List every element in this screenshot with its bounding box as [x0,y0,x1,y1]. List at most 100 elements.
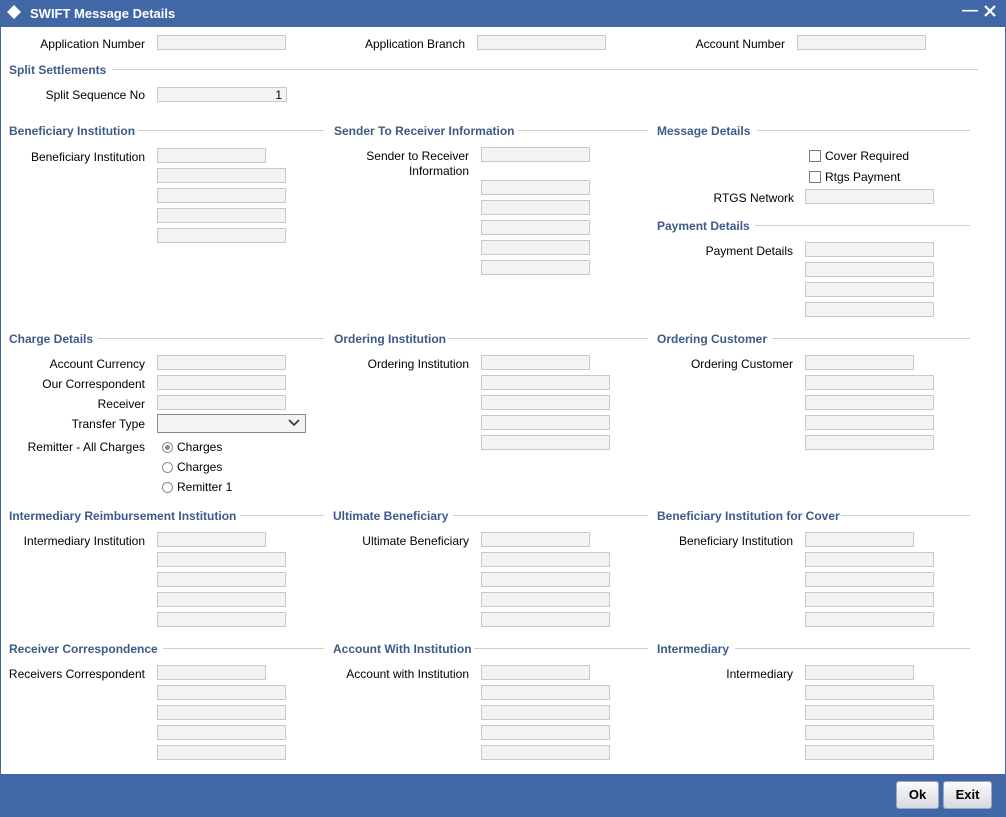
beneficiary-institution-field-3[interactable] [157,188,286,203]
sender-to-receiver-field-3[interactable] [481,200,590,215]
rtgs-network-field[interactable] [805,189,934,204]
beneficiary-institution-field-5[interactable] [157,228,286,243]
our-correspondent-field[interactable] [157,375,286,390]
divider [755,225,970,226]
ordering-institution-heading: Ordering Institution [334,332,446,346]
sender-to-receiver-heading: Sender To Receiver Information [334,124,515,138]
account-with-institution-field-3[interactable] [481,705,610,720]
account-with-institution-field-2[interactable] [481,685,610,700]
beneficiary-for-cover-field-3[interactable] [805,572,934,587]
remitter-radio-label: Remitter 1 [177,480,233,494]
remitter-radio[interactable] [162,482,173,493]
payment-details-field-2[interactable] [805,262,934,277]
ordering-institution-field-1[interactable] [481,355,590,370]
ordering-institution-field-4[interactable] [481,415,610,430]
intermediary-institution-field-5[interactable] [157,612,286,627]
intermediary-field-3[interactable] [805,705,934,720]
sender-to-receiver-field-5[interactable] [481,240,590,255]
ordering-customer-field-4[interactable] [805,415,934,430]
intermediary-institution-field-3[interactable] [157,572,286,587]
rtgs-network-label: RTGS Network [713,191,794,205]
intermediary-institution-field-1[interactable] [157,532,266,547]
account-with-institution-field-4[interactable] [481,725,610,740]
payment-details-field-1[interactable] [805,242,934,257]
account-with-institution-field-1[interactable] [481,665,590,680]
receivers-correspondent-field-2[interactable] [157,685,286,700]
ordering-customer-label: Ordering Customer [690,357,793,371]
rtgs-payment-label: Rtgs Payment [825,170,901,184]
receivers-correspondent-field-3[interactable] [157,705,286,720]
application-branch-field[interactable] [477,35,606,50]
footer-bar [0,774,1006,817]
application-number-field[interactable] [157,35,286,50]
account-number-field[interactable] [797,35,926,50]
close-icon[interactable] [984,5,996,17]
ordering-institution-field-5[interactable] [481,435,610,450]
receivers-correspondent-field-5[interactable] [157,745,286,760]
beneficiary-for-cover-field-1[interactable] [805,532,914,547]
intermediary-field-4[interactable] [805,725,934,740]
ultimate-beneficiary-heading: Ultimate Beneficiary [333,509,449,523]
beneficiary-institution-field-1[interactable] [157,148,266,163]
ordering-customer-field-1[interactable] [805,355,914,370]
sender-to-receiver-label-line1: Sender to Receiver [366,149,469,163]
sender-to-receiver-field-1[interactable] [481,147,590,162]
transfer-type-select[interactable] [157,414,306,433]
divider [735,648,970,649]
split-sequence-label: Split Sequence No [45,88,145,102]
ordering-institution-field-3[interactable] [481,395,610,410]
intermediary-institution-field-2[interactable] [157,552,286,567]
beneficiary-for-cover-field-2[interactable] [805,552,934,567]
intermediary-field-2[interactable] [805,685,934,700]
our-correspondent-label: Our Correspondent [42,377,145,391]
account-with-institution-heading: Account With Institution [333,642,472,656]
intermediary-institution-label: Intermediary Institution [23,534,145,548]
charges-radio-1[interactable] [162,442,173,453]
ultimate-beneficiary-field-4[interactable] [481,592,610,607]
minimize-icon[interactable]: — [962,2,978,20]
payment-details-field-3[interactable] [805,282,934,297]
split-sequence-field[interactable] [157,87,287,102]
receiver-field[interactable] [157,395,286,410]
chevron-down-icon [288,419,300,427]
receiver-correspondence-heading: Receiver Correspondence [9,642,158,656]
sender-to-receiver-field-6[interactable] [481,260,590,275]
receivers-correspondent-field-4[interactable] [157,725,286,740]
ultimate-beneficiary-field-5[interactable] [481,612,610,627]
message-details-heading: Message Details [657,124,751,138]
receivers-correspondent-field-1[interactable] [157,665,266,680]
ultimate-beneficiary-label: Ultimate Beneficiary [362,534,469,548]
beneficiary-for-cover-field-5[interactable] [805,612,934,627]
account-currency-field[interactable] [157,355,286,370]
charge-details-heading: Charge Details [9,332,94,346]
ordering-institution-field-2[interactable] [481,375,610,390]
sender-to-receiver-field-2[interactable] [481,180,590,195]
exit-button[interactable]: Exit [943,781,992,809]
ordering-customer-field-5[interactable] [805,435,934,450]
rtgs-payment-checkbox[interactable] [809,171,821,183]
intermediary-field-1[interactable] [805,665,914,680]
diamond-logo-icon [7,5,21,19]
sender-to-receiver-field-4[interactable] [481,220,590,235]
intermediary-institution-field-4[interactable] [157,592,286,607]
beneficiary-for-cover-field-4[interactable] [805,592,934,607]
ok-button[interactable]: Ok [896,781,939,809]
ordering-customer-field-2[interactable] [805,375,934,390]
beneficiary-institution-field-2[interactable] [157,168,286,183]
intermediary-field-5[interactable] [805,745,934,760]
payment-details-field-4[interactable] [805,302,934,317]
beneficiary-institution-heading: Beneficiary Institution [9,124,136,138]
cover-required-checkbox[interactable] [809,150,821,162]
ultimate-beneficiary-field-1[interactable] [481,532,590,547]
ultimate-beneficiary-field-2[interactable] [481,552,610,567]
account-with-institution-field-5[interactable] [481,745,610,760]
ultimate-beneficiary-field-3[interactable] [481,572,610,587]
charges-radio-2[interactable] [162,462,173,473]
split-settlements-heading: Split Settlements [9,63,107,77]
beneficiary-for-cover-label: Beneficiary Institution [678,534,793,548]
divider [163,648,324,649]
beneficiary-institution-field-4[interactable] [157,208,286,223]
ordering-customer-field-3[interactable] [805,395,934,410]
transfer-type-label: Transfer Type [71,417,145,431]
divider [772,338,970,339]
